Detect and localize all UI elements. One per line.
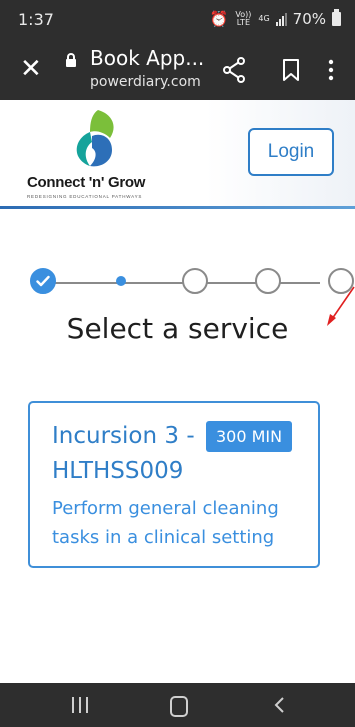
service-card[interactable]: Incursion 3 - 300 MIN HLTHSS009 Perform … [28, 401, 320, 568]
status-bar: 1:37 ⏰ Vo)) LTE 4G 70% [0, 0, 355, 40]
logo-tagline: REDESIGNING EDUCATIONAL PATHWAYS [27, 194, 143, 199]
battery-level: 70% [292, 10, 326, 28]
lock-icon [66, 53, 76, 67]
logo-wordmark: Connect 'n' Grow [27, 174, 146, 191]
bookmark-icon[interactable] [278, 56, 304, 84]
page-title: Select a service [66, 312, 289, 345]
login-button[interactable]: Login [248, 128, 334, 176]
close-tab-icon[interactable]: ✕ [20, 56, 42, 82]
volte-indicator: Vo)) LTE [235, 10, 252, 27]
checkmark-icon [36, 275, 50, 287]
step-1-completed [30, 268, 56, 294]
share-icon[interactable] [221, 56, 247, 84]
step-4 [255, 268, 281, 294]
back-icon[interactable] [272, 697, 288, 713]
step-2-current [108, 268, 134, 294]
service-name: Incursion 3 - [52, 423, 195, 449]
browser-page-title: Book App... [90, 46, 205, 70]
step-3 [182, 268, 208, 294]
system-navigation-bar [0, 683, 355, 727]
connect-n-grow-logo[interactable]: Connect 'n' Grow REDESIGNING EDUCATIONAL… [24, 100, 184, 206]
status-icons: ⏰ Vo)) LTE 4G 70% [209, 9, 341, 28]
site-header: Connect 'n' Grow REDESIGNING EDUCATIONAL… [0, 100, 355, 208]
header-divider [0, 206, 355, 209]
alarm-icon: ⏰ [209, 10, 229, 28]
service-description: Perform general cleaning tasks in a clin… [52, 498, 279, 548]
more-options-icon[interactable] [322, 56, 340, 84]
network-type-4g: 4G [258, 14, 270, 23]
booking-progress-stepper [0, 262, 355, 304]
home-icon[interactable] [170, 696, 188, 717]
browser-domain: powerdiary.com [90, 74, 201, 90]
logo-mark-icon [76, 110, 114, 167]
battery-icon [332, 9, 341, 26]
signal-strength-icon [275, 12, 287, 26]
status-time: 1:37 [18, 10, 54, 29]
duration-badge: 300 MIN [206, 421, 293, 452]
recent-apps-icon[interactable] [72, 697, 88, 713]
browser-toolbar: ✕ Book App... powerdiary.com [0, 40, 355, 100]
service-code: HLTHSS009 [52, 458, 184, 484]
